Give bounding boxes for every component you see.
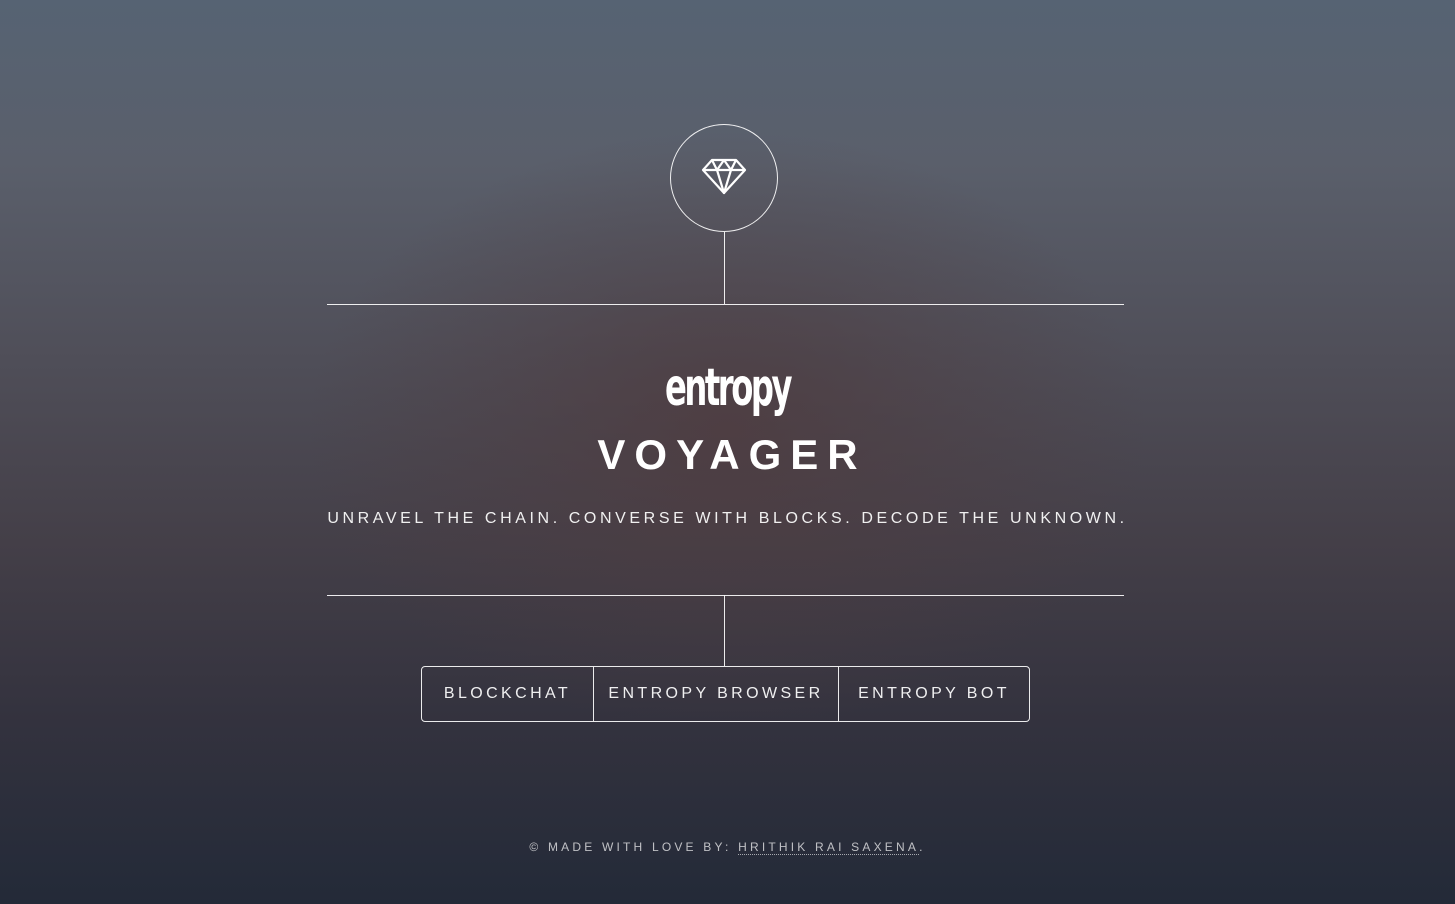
page-title: VOYAGER	[597, 431, 867, 478]
nav-entropy-browser-button[interactable]: ENTROPY BROWSER	[593, 667, 838, 721]
brand-logo-text: entropy	[664, 358, 792, 418]
diamond-icon	[700, 156, 748, 201]
logo-circle	[670, 124, 778, 232]
divider-bottom	[327, 595, 1124, 596]
footer-author-link[interactable]: HRITHIK RAI SAXENA	[738, 840, 920, 855]
footer-prefix: © MADE WITH LOVE BY:	[529, 840, 739, 854]
landing-page: entropy VOYAGER UNRAVEL THE CHAIN. CONVE…	[0, 0, 1455, 904]
nav-blockchat-button[interactable]: BLOCKCHAT	[422, 667, 593, 721]
nav-entropy-bot-button[interactable]: ENTROPY BOT	[838, 667, 1029, 721]
divider-top	[327, 304, 1124, 305]
main-nav: BLOCKCHAT ENTROPY BROWSER ENTROPY BOT	[421, 666, 1030, 722]
connector-line-top	[724, 232, 725, 304]
footer-suffix: .	[919, 840, 926, 854]
connector-line-bottom	[724, 595, 725, 666]
tagline: UNRAVEL THE CHAIN. CONVERSE WITH BLOCKS.…	[327, 510, 1128, 527]
footer: © MADE WITH LOVE BY: HRITHIK RAI SAXENA.	[0, 840, 1455, 855]
